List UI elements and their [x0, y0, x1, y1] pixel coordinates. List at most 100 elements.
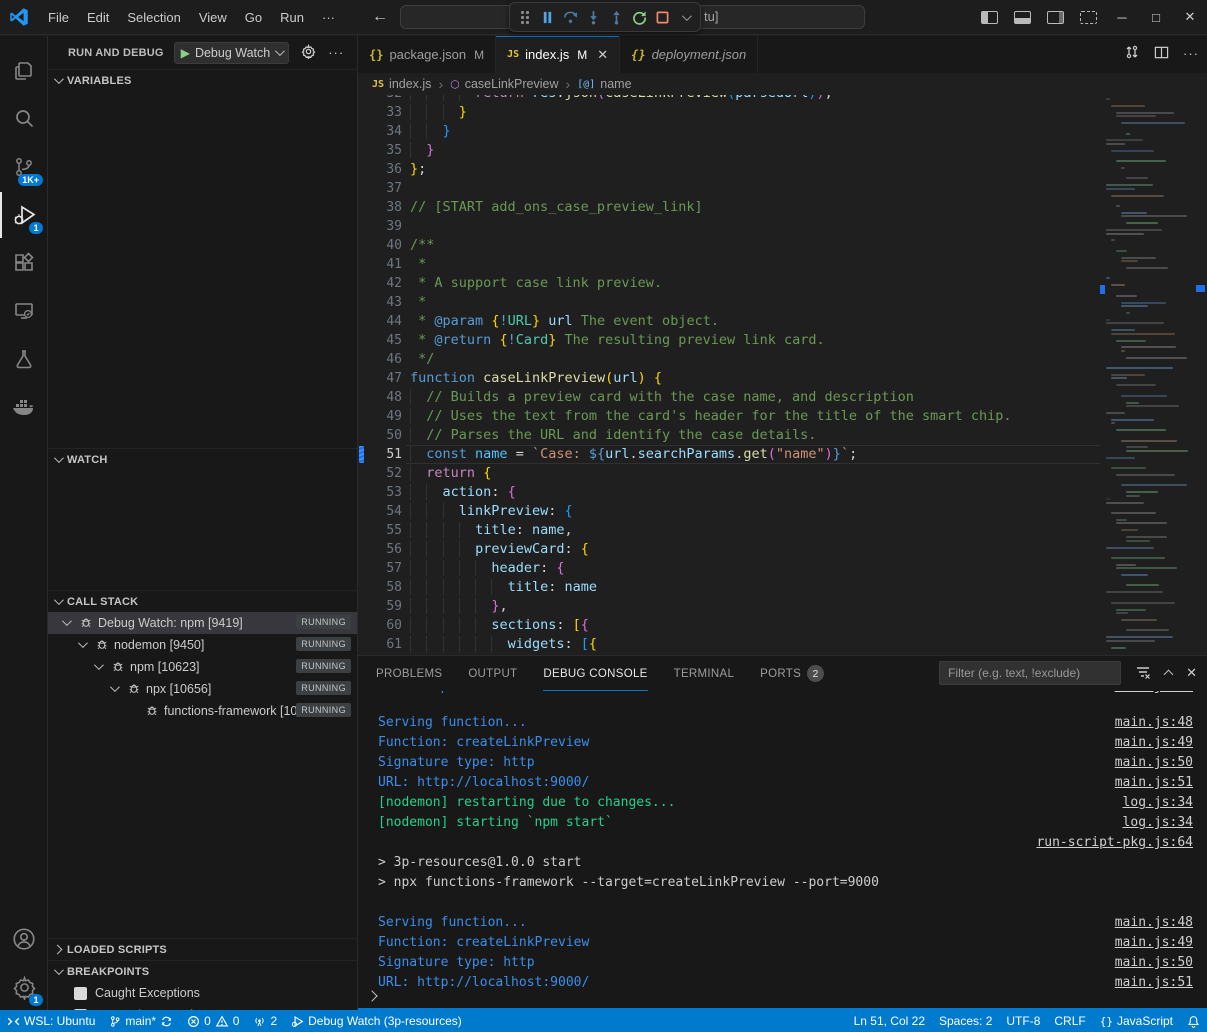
panel-tab-terminal[interactable]: TERMINAL: [674, 656, 735, 691]
activitybar-run-debug[interactable]: 1: [0, 192, 48, 238]
menu-edit[interactable]: Edit: [78, 6, 118, 29]
panel-tab-ports[interactable]: PORTS2: [760, 656, 824, 691]
activitybar-testing[interactable]: [0, 336, 48, 382]
line-number[interactable]: 32: [358, 95, 402, 103]
minimap[interactable]: [1100, 95, 1192, 655]
line-number[interactable]: 61: [358, 635, 402, 654]
line-number[interactable]: 37: [358, 179, 402, 198]
console-source-link[interactable]: main.js:51: [1115, 773, 1193, 793]
callstack-row[interactable]: functions-framework [106...RUNNING: [48, 700, 357, 722]
panel-tab-problems[interactable]: PROBLEMS: [376, 656, 442, 691]
filter-icon[interactable]: [1135, 664, 1151, 683]
line-number[interactable]: 38: [358, 198, 402, 217]
console-source-link[interactable]: run-script-pkg.js:64: [1036, 833, 1193, 853]
line-number[interactable]: 50: [358, 426, 402, 445]
debug-launch-dropdown[interactable]: ▶ Debug Watch: [174, 42, 290, 64]
menu-view[interactable]: View: [190, 6, 236, 29]
breakpoint-row[interactable]: Caught Exceptions: [48, 982, 357, 1004]
restart-button[interactable]: [629, 6, 650, 28]
line-number[interactable]: 59: [358, 597, 402, 616]
callstack-row[interactable]: npx [10656]RUNNING: [48, 678, 357, 700]
console-source-link[interactable]: main.js:49: [1115, 933, 1193, 953]
console-source-link[interactable]: main.js:50: [1115, 753, 1193, 773]
toggle-sidebar-icon[interactable]: [981, 11, 998, 24]
line-number[interactable]: 52: [358, 464, 402, 483]
debug-session-chevron-icon[interactable]: [675, 6, 696, 28]
section-breakpoints[interactable]: BREAKPOINTS: [48, 960, 357, 982]
console-source-link[interactable]: main.js:51: [1115, 691, 1193, 697]
remote-indicator[interactable]: WSL: Ubuntu: [0, 1010, 102, 1032]
menu-go[interactable]: Go: [236, 6, 271, 29]
section-watch[interactable]: WATCH: [48, 448, 357, 470]
nav-back-icon[interactable]: ←: [372, 8, 388, 26]
line-number[interactable]: 39: [358, 217, 402, 236]
tab-index-js[interactable]: JS index.js M ✕: [496, 36, 620, 73]
git-branch-status[interactable]: main*: [102, 1010, 180, 1032]
line-number[interactable]: 44: [358, 312, 402, 331]
encoding-status[interactable]: UTF-8: [999, 1010, 1047, 1032]
line-number[interactable]: 56: [358, 540, 402, 559]
line-number[interactable]: 34: [358, 122, 402, 141]
console-source-link[interactable]: log.js:34: [1123, 813, 1193, 833]
ports-status[interactable]: 2: [246, 1010, 284, 1032]
debug-session-status[interactable]: Debug Watch (3p-resources): [284, 1010, 469, 1032]
line-number[interactable]: 33: [358, 103, 402, 122]
line-number[interactable]: 41: [358, 255, 402, 274]
breadcrumb-member[interactable]: name: [600, 77, 631, 91]
debug-toolbar-grip[interactable]: [514, 6, 535, 28]
line-number[interactable]: 40: [358, 236, 402, 255]
menu-run[interactable]: Run: [271, 6, 313, 29]
gear-icon[interactable]: [301, 44, 316, 62]
activitybar-settings[interactable]: 1: [0, 964, 48, 1010]
open-changes-icon[interactable]: [1124, 44, 1140, 63]
line-number[interactable]: 49: [358, 407, 402, 426]
console-filter-input[interactable]: Filter (e.g. text, !exclude): [939, 661, 1121, 685]
more-actions-icon[interactable]: ···: [328, 45, 344, 60]
section-call-stack[interactable]: CALL STACK: [48, 590, 357, 612]
stop-button[interactable]: [652, 6, 673, 28]
activitybar-remote-explorer[interactable]: [0, 288, 48, 334]
step-out-button[interactable]: [606, 6, 627, 28]
activitybar-source-control[interactable]: 1K+: [0, 144, 48, 190]
minimize-button[interactable]: ─: [1105, 0, 1139, 34]
activitybar-docker[interactable]: [0, 384, 48, 430]
close-button[interactable]: ✕: [1173, 0, 1207, 34]
tab-deployment-json[interactable]: {} deployment.json: [620, 36, 758, 73]
line-number[interactable]: 60: [358, 616, 402, 635]
line-number[interactable]: 43: [358, 293, 402, 312]
panel-tab-output[interactable]: OUTPUT: [468, 656, 517, 691]
line-number[interactable]: 53: [358, 483, 402, 502]
pause-button[interactable]: [537, 6, 558, 28]
line-number[interactable]: 36: [358, 160, 402, 179]
breadcrumb-symbol[interactable]: caseLinkPreview: [465, 77, 559, 91]
callstack-row[interactable]: npm [10623]RUNNING: [48, 656, 357, 678]
console-source-link[interactable]: main.js:48: [1115, 713, 1193, 733]
line-number[interactable]: 42: [358, 274, 402, 293]
callstack-row[interactable]: Debug Watch: npm [9419]RUNNING: [48, 612, 357, 634]
activitybar-search[interactable]: [0, 96, 48, 142]
line-number[interactable]: 48: [358, 388, 402, 407]
console-source-link[interactable]: main.js:50: [1115, 953, 1193, 973]
indentation-status[interactable]: Spaces: 2: [932, 1010, 999, 1032]
section-loaded-scripts[interactable]: LOADED SCRIPTS: [48, 938, 357, 960]
activitybar-explorer[interactable]: [0, 48, 48, 94]
customize-layout-icon[interactable]: [1080, 11, 1097, 24]
debug-console-input[interactable]: [358, 990, 1207, 1008]
menu-file[interactable]: File: [39, 6, 78, 29]
line-number[interactable]: 46: [358, 350, 402, 369]
breadcrumb-file[interactable]: index.js: [389, 77, 431, 91]
breakpoint-checkbox[interactable]: [74, 987, 87, 1000]
toggle-panel-icon[interactable]: [1014, 11, 1031, 24]
console-source-link[interactable]: main.js:49: [1115, 733, 1193, 753]
eol-status[interactable]: CRLF: [1047, 1010, 1092, 1032]
step-over-button[interactable]: [560, 6, 581, 28]
maximize-panel-icon[interactable]: [1165, 666, 1172, 681]
menu-moremoremore[interactable]: ···: [313, 6, 344, 29]
tab-package-json[interactable]: {} package.json M: [358, 36, 496, 73]
split-editor-icon[interactable]: [1154, 45, 1169, 63]
cursor-position[interactable]: Ln 51, Col 22: [847, 1010, 932, 1032]
line-number[interactable]: 57: [358, 559, 402, 578]
activitybar-accounts[interactable]: [0, 916, 48, 962]
activitybar-extensions[interactable]: [0, 240, 48, 286]
section-variables[interactable]: VARIABLES: [48, 69, 357, 91]
